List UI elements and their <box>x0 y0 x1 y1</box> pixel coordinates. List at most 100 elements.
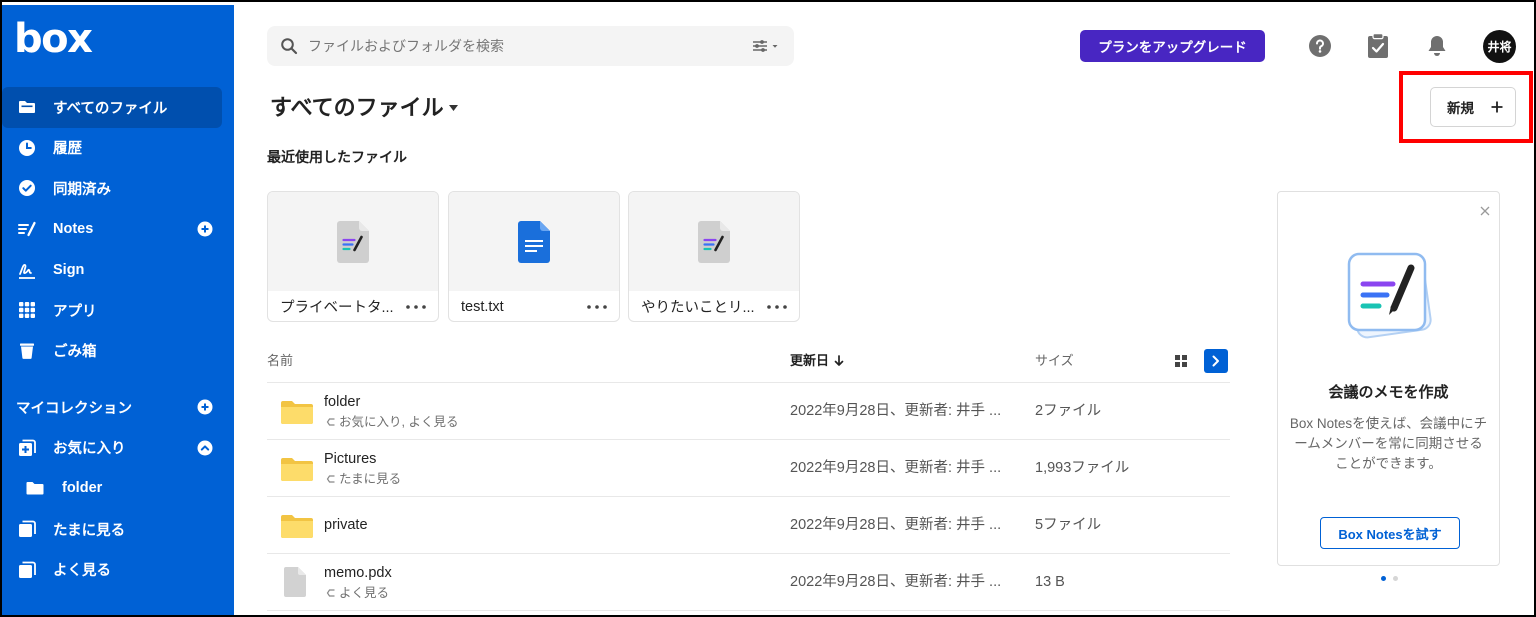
sidebar-nav: すべてのファイル 履歴 同期済み Notes Sign アプリ ごみ箱 <box>2 87 234 371</box>
box-logo[interactable]: box <box>14 17 93 61</box>
promo-title: 会議のメモを作成 <box>1328 384 1449 401</box>
table-header: 名前 更新日 サイズ <box>267 349 1230 383</box>
folder-icon <box>281 457 313 481</box>
table-row[interactable]: Pictures たまに見る 2022年9月28日、更新者: 井手 ... 1,… <box>267 440 1230 497</box>
sidebar-item-label: Notes <box>53 221 94 238</box>
signature-icon <box>17 260 37 280</box>
item-size: 1,993ファイル <box>1035 460 1130 476</box>
collections-heading[interactable]: マイコレクション <box>2 387 234 428</box>
promo-description: Box Notesを使えば、会議中にチームメンバーを常に同期させることができます… <box>1289 416 1488 471</box>
item-tags[interactable]: よく見る <box>324 585 392 601</box>
recent-file-card[interactable]: test.txt <box>448 191 620 322</box>
apps-grid-icon <box>17 300 37 320</box>
filter-sliders-icon[interactable] <box>752 38 782 54</box>
trash-icon <box>17 341 37 361</box>
sidebar-item-trash[interactable]: ごみ箱 <box>2 331 234 372</box>
item-size: 13 B <box>1035 574 1065 590</box>
item-name[interactable]: folder <box>324 393 458 411</box>
sidebar-item-all-files[interactable]: すべてのファイル <box>2 87 222 128</box>
recent-files-heading: 最近使用したファイル <box>267 149 407 165</box>
add-collection-icon[interactable] <box>197 399 213 415</box>
file-list: 名前 更新日 サイズ folder お気に入り, よく見る 2022年9月28日… <box>267 349 1230 611</box>
page-title[interactable]: すべてのファイル <box>270 93 458 120</box>
tasks-icon[interactable] <box>1367 33 1389 59</box>
column-header-name[interactable]: 名前 <box>267 352 293 370</box>
add-note-icon[interactable] <box>197 221 213 237</box>
sidebar-item-apps[interactable]: アプリ <box>2 290 234 331</box>
item-size: 2ファイル <box>1035 403 1102 419</box>
box-note-icon <box>698 220 730 263</box>
notifications-bell-icon[interactable] <box>1426 34 1448 58</box>
item-tags[interactable]: たまに見る <box>324 471 401 487</box>
more-options-icon[interactable] <box>406 304 426 309</box>
avatar[interactable]: 井将 <box>1483 30 1516 63</box>
table-row[interactable]: private 2022年9月28日、更新者: 井手 ... 5ファイル <box>267 497 1230 554</box>
sidebar-item-label: アプリ <box>53 303 97 320</box>
search-icon <box>280 37 298 55</box>
item-updated: 2022年9月28日、更新者: 井手 ... <box>790 403 1002 419</box>
search-bar[interactable] <box>267 26 794 66</box>
file-thumbnail <box>268 192 438 291</box>
more-options-icon[interactable] <box>767 304 787 309</box>
sidebar-item-sign[interactable]: Sign <box>2 249 234 290</box>
column-header-size[interactable]: サイズ <box>1035 352 1074 370</box>
item-size: 5ファイル <box>1035 517 1102 533</box>
item-tags-text: よく見る <box>339 585 390 600</box>
sidebar-item-label: すべてのファイル <box>53 100 168 117</box>
sidebar-item-label: お気に入り <box>53 441 126 458</box>
sidebar-item-notes[interactable]: Notes <box>2 209 234 250</box>
carousel-dot-active[interactable] <box>1381 576 1386 581</box>
grid-view-icon[interactable] <box>1175 355 1187 367</box>
upgrade-plan-button[interactable]: プランをアップグレード <box>1080 30 1265 62</box>
item-name[interactable]: private <box>324 516 368 534</box>
search-input[interactable] <box>308 26 728 66</box>
recent-file-card[interactable]: やりたいことリ... <box>628 191 800 322</box>
item-updated: 2022年9月28日、更新者: 井手 ... <box>790 460 1002 476</box>
more-options-icon[interactable] <box>587 304 607 309</box>
tag-icon <box>326 474 336 484</box>
column-header-updated[interactable]: 更新日 <box>790 352 844 370</box>
item-tags[interactable]: お気に入り, よく見る <box>324 414 458 430</box>
recent-file-card[interactable]: プライベートタ... <box>267 191 439 322</box>
help-icon[interactable] <box>1309 35 1331 57</box>
try-box-notes-button[interactable]: Box Notesを試す <box>1320 517 1460 549</box>
item-tags-text: お気に入り, よく見る <box>339 414 459 429</box>
collection-icon <box>17 560 37 580</box>
sidebar-item-label: ごみ箱 <box>53 344 97 361</box>
sidebar-item-label: よく見る <box>53 563 111 580</box>
table-row[interactable]: memo.pdx よく見る 2022年9月28日、更新者: 井手 ... 13 … <box>267 554 1230 611</box>
table-row[interactable]: folder お気に入り, よく見る 2022年9月28日、更新者: 井手 ..… <box>267 383 1230 440</box>
page-title-text: すべてのファイル <box>270 95 444 120</box>
tag-icon <box>326 417 336 427</box>
box-note-icon <box>337 220 369 263</box>
sidebar-toggle-button[interactable] <box>1204 349 1228 373</box>
sidebar-item-history[interactable]: 履歴 <box>2 128 234 169</box>
collection-icon <box>17 438 37 458</box>
sidebar-item-folder[interactable]: folder <box>2 468 234 509</box>
sidebar-item-synced[interactable]: 同期済み <box>2 168 234 209</box>
chevron-down-icon[interactable] <box>448 105 458 111</box>
recent-file-name[interactable]: test.txt <box>461 299 581 315</box>
item-updated: 2022年9月28日、更新者: 井手 ... <box>790 574 1002 590</box>
close-icon[interactable] <box>1480 206 1490 216</box>
sidebar-item-label: たまに見る <box>53 522 126 539</box>
item-name[interactable]: Pictures <box>324 450 401 468</box>
sidebar-item-label: 履歴 <box>53 141 82 158</box>
file-icon <box>284 567 306 597</box>
folder-icon <box>281 400 313 424</box>
chevron-right-icon <box>1212 355 1219 367</box>
item-name[interactable]: memo.pdx <box>324 564 392 582</box>
recent-file-name[interactable]: やりたいことリ... <box>641 296 761 317</box>
highlight-box <box>1399 71 1533 143</box>
sidebar-item-favorites[interactable]: お気に入り <box>2 428 234 469</box>
carousel-dot[interactable] <box>1393 576 1398 581</box>
app-window: box すべてのファイル 履歴 同期済み Notes Sign アプリ ごみ箱 … <box>0 0 1536 617</box>
sidebar: box すべてのファイル 履歴 同期済み Notes Sign アプリ ごみ箱 … <box>2 5 234 615</box>
sidebar-item-often[interactable]: よく見る <box>2 549 234 590</box>
sidebar-item-sometimes[interactable]: たまに見る <box>2 509 234 550</box>
recent-file-name[interactable]: プライベートタ... <box>280 296 400 317</box>
text-file-icon <box>518 220 550 263</box>
column-header-updated-label: 更新日 <box>790 353 830 368</box>
chevron-up-circle-icon[interactable] <box>197 440 213 456</box>
item-tags-text: たまに見る <box>339 471 402 486</box>
